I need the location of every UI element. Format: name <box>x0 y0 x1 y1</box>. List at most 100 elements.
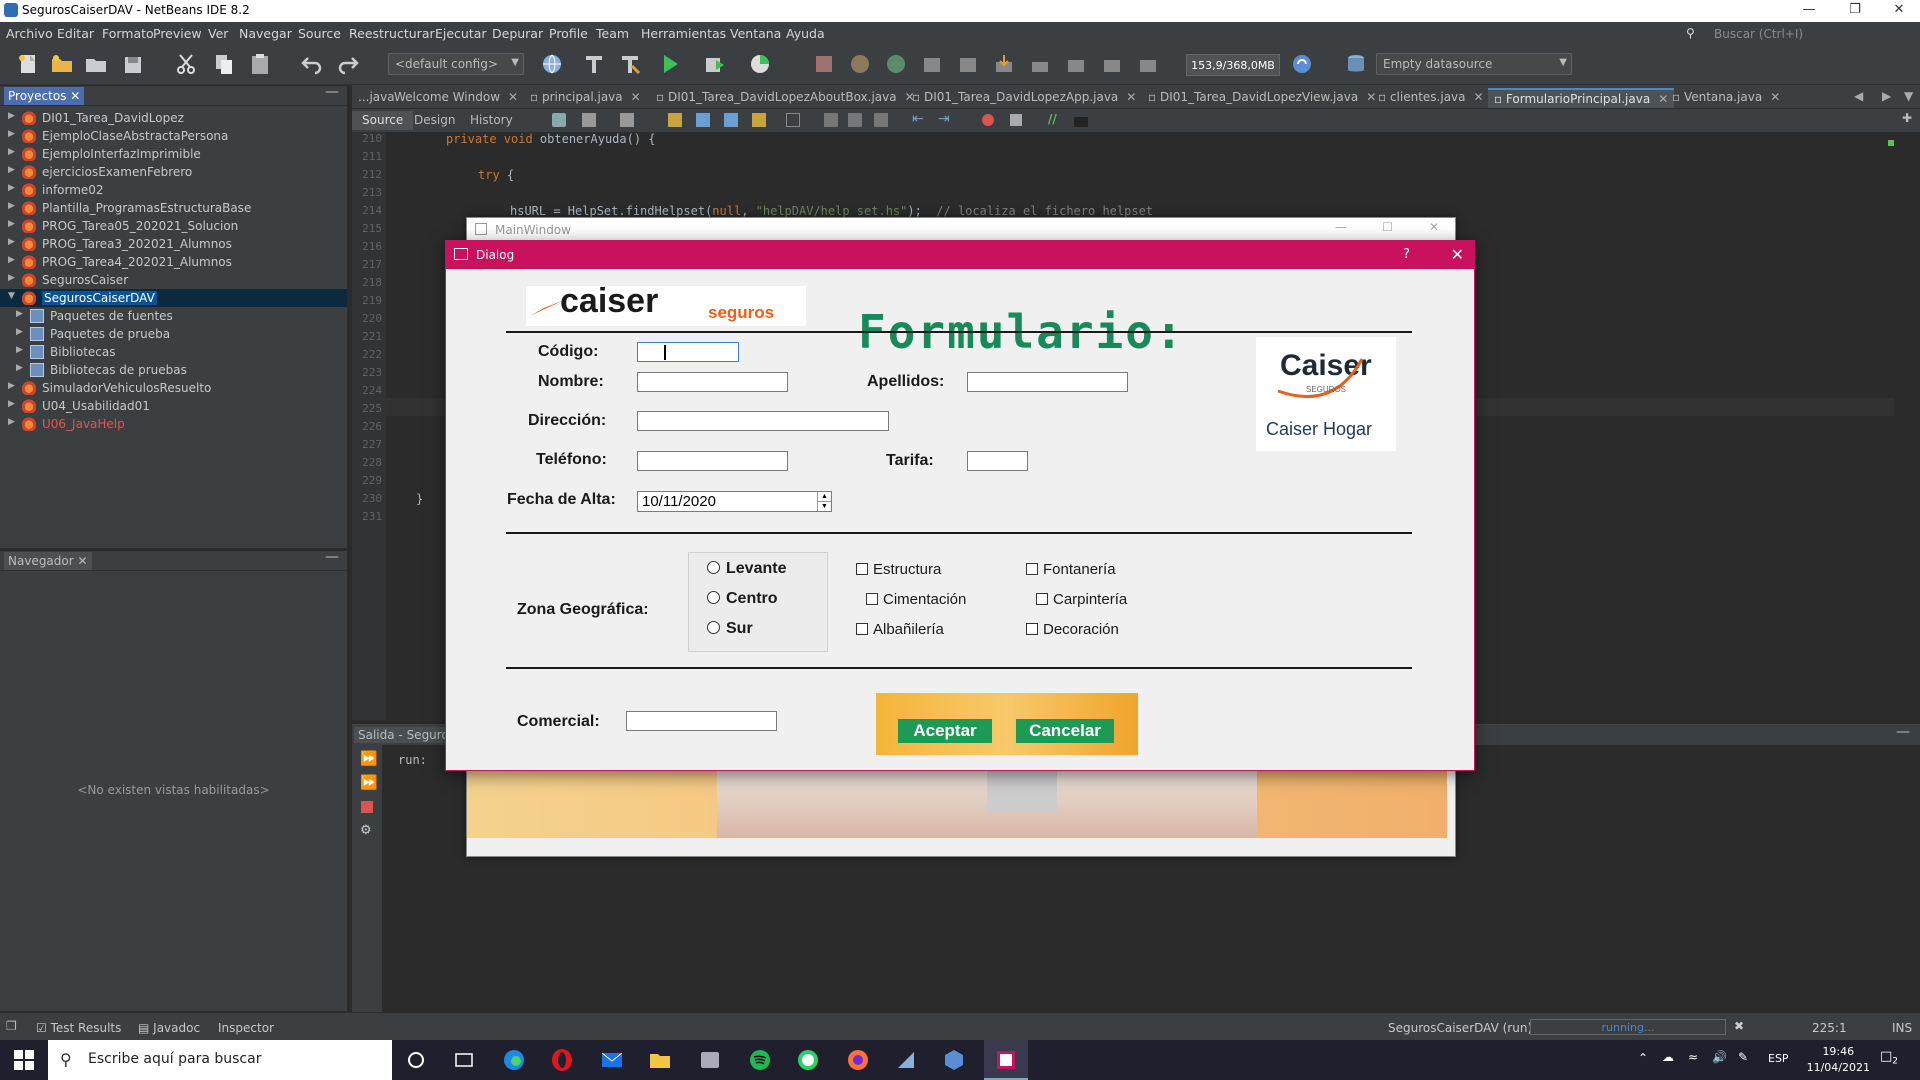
menu-source[interactable]: Source <box>298 26 341 41</box>
new-project-icon[interactable] <box>50 52 74 76</box>
shift-right-icon[interactable]: ⇥ <box>938 111 950 127</box>
step-into-icon[interactable] <box>992 52 1016 76</box>
tree-node-package[interactable]: ▶ Paquetes de prueba <box>0 325 347 343</box>
tree-node-project[interactable]: ▶ EjemploInterfazImprimible <box>0 145 347 163</box>
collapsed-icon[interactable]: ▶ <box>8 273 15 283</box>
cancelar-button[interactable]: Cancelar <box>1016 719 1114 743</box>
collapsed-icon[interactable]: ▶ <box>8 219 15 229</box>
collapsed-icon[interactable]: ▶ <box>8 147 15 157</box>
debug-icon[interactable] <box>702 52 726 76</box>
check-decoracion[interactable]: Decoración <box>1026 621 1119 638</box>
last-edit-icon[interactable] <box>552 113 566 127</box>
telefono-input[interactable] <box>637 451 788 471</box>
direccion-input[interactable] <box>637 411 889 431</box>
tab-aboutbox[interactable]: ▫ DI01_Tarea_DavidLopezAboutBox.java ✕ <box>650 88 921 108</box>
edge-icon[interactable] <box>502 1048 526 1072</box>
rerun-icon[interactable]: ⏩ <box>360 751 377 767</box>
minimize-icon[interactable]: — <box>1794 2 1824 17</box>
datasource-combo[interactable]: Empty datasource ▼ <box>1376 53 1572 75</box>
tree-node-project[interactable]: ▶ SimuladorVehiculosResuelto <box>0 379 347 397</box>
menu-reestructurar[interactable]: Reestructurar <box>349 26 435 41</box>
menu-ver[interactable]: Ver <box>208 26 228 41</box>
firefox-icon[interactable] <box>846 1048 870 1072</box>
database-icon[interactable] <box>1344 52 1368 76</box>
search-box[interactable]: ⚲ Buscar (Ctrl+I) <box>1680 25 1900 43</box>
uncomment-icon[interactable] <box>1074 117 1088 127</box>
menu-formato[interactable]: Formato <box>102 26 154 41</box>
menu-archivo[interactable]: Archivo <box>6 26 53 41</box>
spotify-icon[interactable] <box>748 1048 772 1072</box>
clean-build-icon[interactable] <box>618 52 642 76</box>
collapsed-icon[interactable]: ▶ <box>16 309 23 319</box>
snapshot-icon[interactable] <box>1136 52 1160 76</box>
close-button[interactable]: ✕ <box>1451 245 1464 264</box>
menu-profile[interactable]: Profile <box>549 26 588 41</box>
settings-icon[interactable]: ⚙ <box>360 823 372 838</box>
check-fontaneria[interactable]: Fontanería <box>1026 561 1116 578</box>
toggle-bookmark-icon[interactable] <box>874 113 888 127</box>
close-icon[interactable]: ✕ <box>1474 90 1484 104</box>
run-icon[interactable] <box>658 52 682 76</box>
clock[interactable]: 19:46 11/04/2021 <box>1807 1044 1870 1076</box>
apellidos-input[interactable] <box>967 372 1128 392</box>
radio-sur[interactable]: Sur <box>707 620 753 638</box>
menu-herramientas[interactable]: Herramientas <box>641 26 726 41</box>
scroll-left-icon[interactable]: ◀ <box>1854 89 1863 103</box>
mail-icon[interactable] <box>600 1048 624 1072</box>
check-estructura[interactable]: Estructura <box>856 561 941 578</box>
forward-icon[interactable] <box>620 113 634 127</box>
globe-icon[interactable] <box>540 52 564 76</box>
shift-left-icon[interactable]: ⇤ <box>912 111 924 127</box>
wifi-icon[interactable]: ≈ <box>1688 1050 1698 1064</box>
tab-formulario-principal[interactable]: ▫ FormularioPrincipal.java ✕ <box>1488 88 1675 108</box>
tarifa-input[interactable] <box>967 451 1028 471</box>
task-view-icon[interactable] <box>452 1048 476 1072</box>
find-next-icon[interactable] <box>724 113 738 127</box>
tab-list-icon[interactable]: ▼ <box>1904 89 1913 103</box>
collapsed-icon[interactable]: ▶ <box>16 345 23 355</box>
menu-preview[interactable]: Preview <box>153 26 202 41</box>
tab-projects[interactable]: Proyectos ✕ <box>4 87 85 105</box>
tree-node-project[interactable]: ▶ U04_Usabilidad01 <box>0 397 347 415</box>
spinner-up-icon[interactable]: ▲ <box>817 492 831 501</box>
menu-navegar[interactable]: Navegar <box>239 26 292 41</box>
collapsed-icon[interactable]: ▶ <box>8 129 15 139</box>
run-to-cursor-icon[interactable] <box>1064 52 1088 76</box>
tree-node-package[interactable]: ▶ Paquetes de fuentes <box>0 307 347 325</box>
collapsed-icon[interactable]: ▶ <box>8 255 15 265</box>
undo-icon[interactable] <box>300 52 324 76</box>
tree-node-project[interactable]: ▶ PROG_Tarea3_202021_Alumnos <box>0 235 347 253</box>
design-view-button[interactable]: Design <box>404 111 465 130</box>
teams-icon[interactable] <box>698 1048 722 1072</box>
new-file-icon[interactable] <box>16 52 40 76</box>
history-view-button[interactable]: History <box>460 111 523 130</box>
paste-icon[interactable] <box>248 52 272 76</box>
continue-icon[interactable] <box>884 52 908 76</box>
collapsed-icon[interactable]: ▶ <box>8 417 15 427</box>
record-macro-icon[interactable] <box>982 114 994 126</box>
collapsed-icon[interactable]: ▶ <box>8 183 15 193</box>
tab-clientes[interactable]: ▫ clientes.java ✕ <box>1372 88 1490 108</box>
check-albanileria[interactable]: Albañilería <box>856 621 944 638</box>
close-icon[interactable]: ✕ <box>1884 2 1914 17</box>
tree-node-project[interactable]: ▶ EjemploClaseAbstractaPersona <box>0 127 347 145</box>
close-icon[interactable]: ✕ <box>78 554 88 568</box>
menu-team[interactable]: Team <box>596 26 629 41</box>
minimize-panel-icon[interactable]: — <box>325 84 339 100</box>
tree-node-project[interactable]: ▶ DI01_Tarea_DavidLopez <box>0 109 347 127</box>
taskbar-netbeans-active[interactable] <box>984 1040 1028 1080</box>
tree-node-project[interactable]: ▶ PROG_Tarea05_202021_Solucion <box>0 217 347 235</box>
apply-changes-icon[interactable] <box>1100 52 1124 76</box>
check-carpinteria[interactable]: Carpintería <box>1036 591 1127 608</box>
find-icon[interactable] <box>668 113 682 127</box>
opera-icon[interactable] <box>550 1048 574 1072</box>
minimize-panel-icon[interactable]: — <box>325 549 339 565</box>
stop-icon[interactable] <box>361 801 373 813</box>
close-icon[interactable]: ✕ <box>1770 90 1780 104</box>
language-indicator[interactable]: ESP <box>1768 1052 1789 1065</box>
check-cimentacion[interactable]: Cimentación <box>866 591 966 608</box>
notes-icon[interactable] <box>894 1048 918 1072</box>
pen-icon[interactable]: ✎ <box>1738 1050 1748 1064</box>
pause-icon[interactable] <box>848 52 872 76</box>
virtualbox-icon[interactable] <box>942 1048 966 1072</box>
